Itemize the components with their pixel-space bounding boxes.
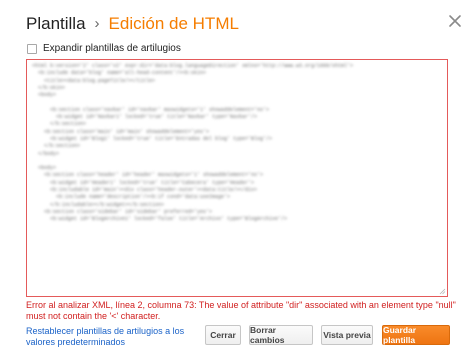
expand-widgets-option[interactable]: Expandir plantillas de artilugios xyxy=(27,43,181,54)
page-title: Edición de HTML xyxy=(108,14,239,33)
html-editor[interactable]: <html b:version='2' class='v2' expr:dir=… xyxy=(26,59,448,297)
close-dialog-button[interactable]: Cerrar xyxy=(205,325,241,345)
close-icon xyxy=(449,15,461,27)
close-button[interactable] xyxy=(448,14,462,28)
preview-button[interactable]: Vista previa xyxy=(321,325,373,345)
xml-error-message: Error al analizar XML, línea 2, columna … xyxy=(26,300,456,321)
save-template-button[interactable]: Guardar plantilla xyxy=(382,325,450,345)
restore-widget-templates-link[interactable]: Restablecer plantillas de artilugios a l… xyxy=(26,326,201,348)
clear-changes-button[interactable]: Borrar cambios xyxy=(249,325,313,345)
html-code-text[interactable]: <html b:version='2' class='v2' expr:dir=… xyxy=(32,63,443,292)
expand-widgets-label[interactable]: Expandir plantillas de artilugios xyxy=(43,43,181,54)
template-editor-dialog: Plantilla › Edición de HTML Expandir pla… xyxy=(0,0,474,362)
breadcrumb: Plantilla › Edición de HTML xyxy=(26,12,239,36)
resize-grip-icon[interactable] xyxy=(439,288,446,295)
breadcrumb-separator: › xyxy=(94,15,100,32)
expand-widgets-checkbox[interactable] xyxy=(27,43,37,54)
breadcrumb-root[interactable]: Plantilla xyxy=(26,12,86,36)
